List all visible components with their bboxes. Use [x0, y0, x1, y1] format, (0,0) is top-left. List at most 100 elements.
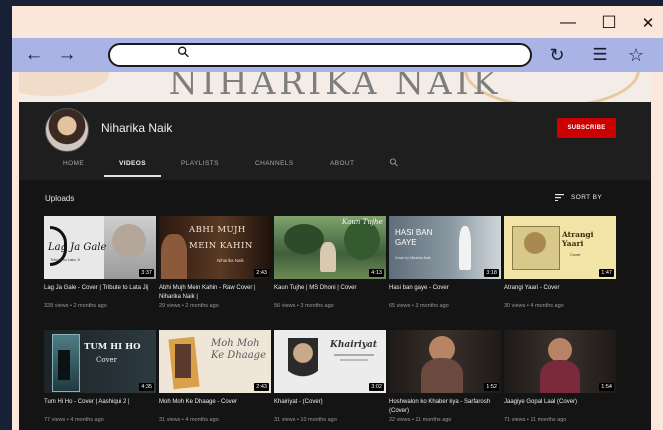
back-arrow-icon: ←	[24, 44, 44, 65]
thumbnail-subtitle: Cover	[570, 252, 581, 257]
channel-name: Niharika Naik	[101, 121, 173, 135]
video-thumbnail[interactable]: HASI BAN GAYE Cover by Niharika Naik 3:1…	[389, 216, 501, 279]
video-title[interactable]: Moh Moh Ke Dhaage - Cover	[159, 398, 271, 415]
thumbnail-subtitle: Tribute to Lata Ji	[50, 257, 80, 262]
thumbnail-face	[548, 338, 572, 362]
channel-search-icon[interactable]: ⚲	[387, 155, 401, 170]
video-title[interactable]: Hasi ban gaye - Cover	[389, 284, 501, 301]
thumbnail-face	[524, 232, 546, 254]
minimize-icon: —	[560, 14, 576, 31]
thumbnail-person	[421, 358, 463, 393]
video-meta: 30 views • 4 months ago	[504, 303, 564, 309]
video-thumbnail[interactable]: TUM HI HO Cover 4:35	[44, 330, 156, 393]
sort-by-label: SORT BY	[571, 194, 603, 201]
active-tab-indicator	[104, 175, 161, 177]
menu-icon: ☰	[592, 45, 608, 64]
video-card[interactable]: 1:54 Jaagiye Gopal Laal (Cover) 71 views…	[504, 330, 616, 423]
thumbnail-person	[459, 226, 471, 270]
video-card[interactable]: Moh Moh Ke Dhaage 2:43 Moh Moh Ke Dhaage…	[159, 330, 271, 423]
video-duration: 1:54	[599, 383, 614, 391]
tab-channels[interactable]: CHANNELS	[255, 160, 294, 167]
video-title[interactable]: Abhi Mujh Mein Kahin - Raw Cover | Nihar…	[159, 284, 271, 301]
thumbnail-title: ABHI MUJH MEIN KAHIN	[189, 225, 253, 251]
reload-button[interactable]: ↻	[545, 43, 569, 67]
thumbnail-person	[58, 350, 70, 380]
thumbnail-subtitle: Niharika Naik	[217, 258, 244, 263]
video-meta: 31 views • 4 months ago	[159, 417, 219, 423]
video-meta: 65 views • 3 months ago	[389, 303, 449, 309]
thumbnail-caption-line	[334, 354, 374, 356]
video-title[interactable]: Jaagiye Gopal Laal (Cover)	[504, 398, 616, 415]
video-card[interactable]: 1:52 Hoshwalon ko Khaber kya - Sarfarosh…	[389, 330, 501, 423]
tab-videos[interactable]: VIDEOS	[119, 160, 146, 167]
video-card[interactable]: Kaun Tujhe 4:13 Kaun Tujhe | MS Dhoni | …	[274, 216, 386, 309]
banner-title: NIHARIKA NAIK	[168, 72, 502, 102]
video-title[interactable]: Kaun Tujhe | MS Dhoni | Cover	[274, 284, 386, 301]
video-title[interactable]: Hoshwalon ko Khaber kya - Sarfarosh (Cov…	[389, 398, 501, 415]
thumbnail-person	[175, 344, 191, 378]
video-thumbnail[interactable]: 1:54	[504, 330, 616, 393]
video-meta: 22 views • 11 months ago	[389, 417, 452, 423]
star-icon: ☆	[627, 44, 645, 65]
thumbnail-caption-line	[340, 359, 368, 361]
video-card[interactable]: TUM HI HO Cover 4:35 Tum Hi Ho - Cover |…	[44, 330, 156, 423]
thumbnail-foliage	[344, 220, 380, 260]
thumbnail-portrait	[288, 338, 318, 388]
video-card[interactable]: Khairiyat 3:02 Khairiyat - (Cover) 31 vi…	[274, 330, 386, 423]
video-card[interactable]: HASI BAN GAYE Cover by Niharika Naik 3:1…	[389, 216, 501, 309]
video-meta: 77 views • 4 months ago	[44, 417, 104, 423]
sort-by-button[interactable]: SORT BY	[555, 194, 603, 201]
video-thumbnail[interactable]: Atrangi Yaari Cover 1:47	[504, 216, 616, 279]
search-icon: ⚲	[173, 42, 194, 63]
thumbnail-subtitle: Cover	[96, 356, 118, 364]
sort-icon	[555, 194, 564, 201]
channel-header: Niharika Naik SUBSCRIBE HOME VIDEOS PLAY…	[19, 102, 651, 180]
video-thumbnail[interactable]: Kaun Tujhe 4:13	[274, 216, 386, 279]
video-title[interactable]: Tum Hi Ho - Cover | Aashiqui 2 |	[44, 398, 156, 415]
video-duration: 4:13	[369, 269, 384, 277]
thumbnail-face	[112, 224, 146, 258]
video-duration: 3:18	[484, 269, 499, 277]
thumbnail-title: Moh Moh Ke Dhaage	[211, 338, 266, 361]
video-card[interactable]: Lag Ja Gale Tribute to Lata Ji 3:37 Lag …	[44, 216, 156, 309]
close-button[interactable]: ✕	[633, 10, 663, 36]
minimize-button[interactable]: —	[553, 10, 583, 36]
bookmark-button[interactable]: ☆	[624, 43, 648, 67]
title-bar: — ☐ ✕	[12, 6, 663, 38]
address-bar[interactable]: ⚲	[108, 42, 532, 67]
maximize-icon: ☐	[601, 13, 617, 32]
thumbnail-title: Atrangi Yaari	[562, 230, 594, 248]
forward-arrow-icon: →	[57, 44, 77, 65]
video-duration: 4:35	[139, 383, 154, 391]
video-thumbnail[interactable]: ABHI MUJH MEIN KAHIN Niharika Naik 2:43	[159, 216, 271, 279]
tab-home[interactable]: HOME	[63, 160, 84, 167]
thumbnail-person	[540, 360, 580, 393]
video-thumbnail[interactable]: Moh Moh Ke Dhaage 2:43	[159, 330, 271, 393]
browser-toolbar: ← → ⚲ ↻ ☰ ☆	[12, 38, 663, 72]
tab-about[interactable]: ABOUT	[330, 160, 354, 167]
video-meta: 56 views • 3 months ago	[274, 303, 334, 309]
video-card[interactable]: Atrangi Yaari Cover 1:47 Atrangi Yaari -…	[504, 216, 616, 309]
maximize-button[interactable]: ☐	[594, 10, 624, 36]
video-meta: 29 views • 2 months ago	[159, 303, 219, 309]
video-card[interactable]: ABHI MUJH MEIN KAHIN Niharika Naik 2:43 …	[159, 216, 271, 309]
channel-avatar[interactable]	[45, 108, 89, 152]
video-title[interactable]: Khairiyat - (Cover)	[274, 398, 386, 415]
video-thumbnail[interactable]: 1:52	[389, 330, 501, 393]
video-thumbnail[interactable]: Lag Ja Gale Tribute to Lata Ji 3:37	[44, 216, 156, 279]
video-title[interactable]: Atrangi Yaari - Cover	[504, 284, 616, 301]
thumbnail-title: HASI BAN GAYE	[395, 228, 433, 247]
back-button[interactable]: ←	[22, 43, 46, 67]
thumbnail-subtitle: Cover by Niharika Naik	[395, 256, 431, 260]
video-duration: 1:52	[484, 383, 499, 391]
video-title[interactable]: Lag Ja Gale - Cover | Tribute to Lata Ji…	[44, 284, 156, 301]
video-duration: 1:47	[599, 269, 614, 277]
tab-playlists[interactable]: PLAYLISTS	[181, 160, 219, 167]
subscribe-button[interactable]: SUBSCRIBE	[557, 118, 616, 138]
thumbnail-person	[161, 234, 187, 279]
video-thumbnail[interactable]: Khairiyat 3:02	[274, 330, 386, 393]
browser-window: — ☐ ✕ ← → ⚲ ↻ ☰ ☆ NIHARIKA NAIK Niharika…	[12, 6, 663, 430]
forward-button[interactable]: →	[55, 43, 79, 67]
menu-button[interactable]: ☰	[588, 43, 612, 67]
video-duration: 2:43	[254, 383, 269, 391]
